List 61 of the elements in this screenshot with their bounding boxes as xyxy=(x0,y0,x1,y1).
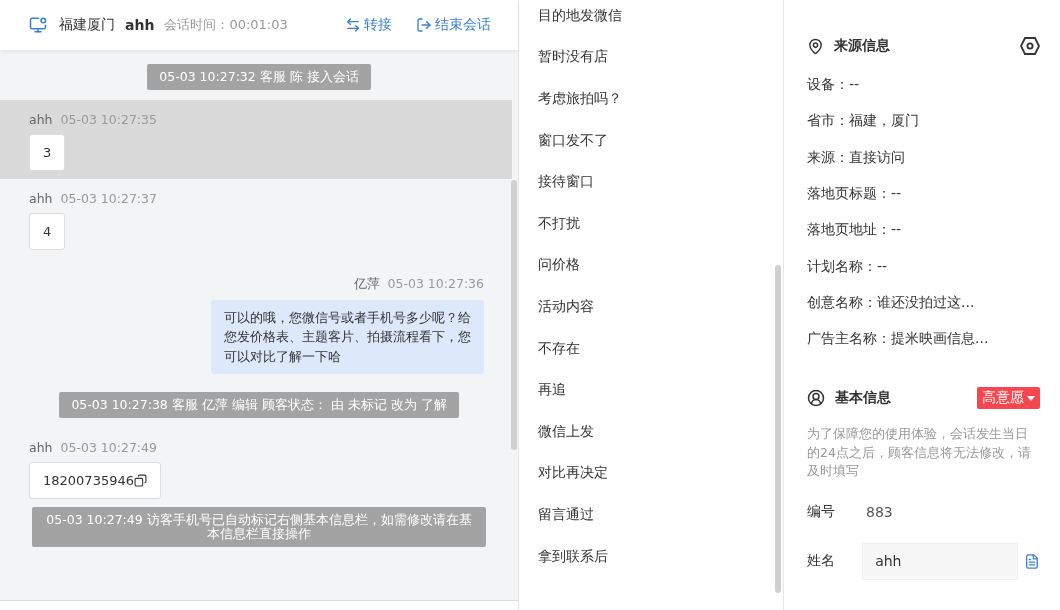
sender-name: ahh xyxy=(29,111,53,127)
message-time: 05-03 10:27:49 xyxy=(60,440,157,455)
exit-icon xyxy=(416,17,432,33)
info-row-text: 省市：福建，厦门 xyxy=(807,111,920,131)
system-notice: 05-03 10:27:38 客服 亿萍 编辑 顾客状态： 由 未标记 改为 了解 xyxy=(59,392,459,418)
copy-icon[interactable] xyxy=(134,474,147,487)
swap-arrows-icon xyxy=(345,17,361,33)
settings-icon[interactable] xyxy=(1020,37,1040,55)
end-session-button[interactable]: 结束会话 xyxy=(416,16,491,34)
quick-reply-item[interactable]: 考虑旅拍吗？ xyxy=(519,78,783,120)
quick-reply-item[interactable]: 目的地发微信 xyxy=(519,0,783,37)
quick-reply-item[interactable]: 活动内容 xyxy=(519,286,783,328)
quick-reply-item[interactable]: 对比再决定 xyxy=(519,452,783,495)
field-label: 姓名 xyxy=(807,552,836,571)
notice-text: 为了保障您的使用体验，会话发生当日的24点之后，顾客信息将无法修改，请及时填写 xyxy=(807,425,1032,480)
transfer-button[interactable]: 转接 xyxy=(345,16,392,34)
info-row-text: 落地页标题：-- xyxy=(807,184,903,204)
quick-reply-item[interactable]: 不打扰 xyxy=(519,202,783,245)
message-bubble: 4 xyxy=(29,212,66,250)
info-row-text: 广告主名称：提米映画信息... xyxy=(807,329,990,349)
quick-reply-item[interactable]: 留言通过 xyxy=(519,494,783,536)
message-bubble: 3 xyxy=(29,133,66,171)
location-pin-icon xyxy=(807,37,824,55)
quick-reply-item[interactable]: 再追 xyxy=(519,369,783,411)
info-row-text: 落地页地址：-- xyxy=(807,220,903,240)
quick-reply-item[interactable]: 问价格 xyxy=(519,244,783,287)
message-bubble: 18200735946 xyxy=(29,462,161,499)
message-bubble: 可以的哦，您微信号或者手机号多少呢？给您发价格表、主题客片、拍摄流程看下，您可以对比了解一下哈 xyxy=(211,299,484,375)
message-time: 05-03 10:27:35 xyxy=(60,111,157,127)
section-title: 基本信息 xyxy=(835,389,891,408)
system-notice: 05-03 10:27:32 客服 陈 接入会话 xyxy=(147,64,371,90)
quick-reply-item[interactable]: 接待窗口 xyxy=(519,161,783,203)
document-icon[interactable] xyxy=(1024,552,1040,570)
sender-name: 亿萍 xyxy=(353,275,380,293)
quick-reply-item[interactable]: 窗口发不了 xyxy=(519,119,783,162)
user-icon xyxy=(807,389,825,408)
quick-reply-item[interactable]: 微信上发 xyxy=(519,410,783,453)
caret-icon xyxy=(1027,395,1035,401)
section-title: 来源信息 xyxy=(834,37,890,55)
field-value: 883 xyxy=(866,504,893,521)
session-duration: 会话时间：00:01:03 xyxy=(164,16,288,34)
message-time: 05-03 10:27:37 xyxy=(60,190,157,206)
quick-reply-item[interactable]: 不存在 xyxy=(519,327,783,370)
intent-dropdown[interactable]: 高意愿 xyxy=(977,387,1040,410)
field-label: 编号 xyxy=(807,503,836,522)
message-time: 05-03 10:27:36 xyxy=(387,275,484,293)
visitor-name: ahh xyxy=(125,17,155,33)
system-notice: 05-03 10:27:49 访客手机号已自动标记右侧基本信息栏，如需修改请在基本信息栏直接操作 xyxy=(32,507,486,547)
name-input[interactable]: ahh xyxy=(862,542,1019,580)
quick-reply-item[interactable]: 暂时没有店 xyxy=(519,36,783,79)
info-row-text: 设备：-- xyxy=(807,75,861,95)
quick-reply-item[interactable]: 拿到联系后 xyxy=(519,535,783,578)
info-row-text: 来源：直接访问 xyxy=(807,147,906,167)
visitor-location: 福建厦门 xyxy=(59,16,115,34)
sender-name: ahh xyxy=(29,190,53,206)
sender-name: ahh xyxy=(29,440,53,455)
scrollbar[interactable] xyxy=(511,180,517,450)
info-row-text: 计划名称：-- xyxy=(807,256,889,276)
info-row-text: 创意名称：谁还没拍过这... xyxy=(807,292,976,312)
monitor-icon xyxy=(29,16,47,34)
scrollbar[interactable] xyxy=(775,265,781,593)
